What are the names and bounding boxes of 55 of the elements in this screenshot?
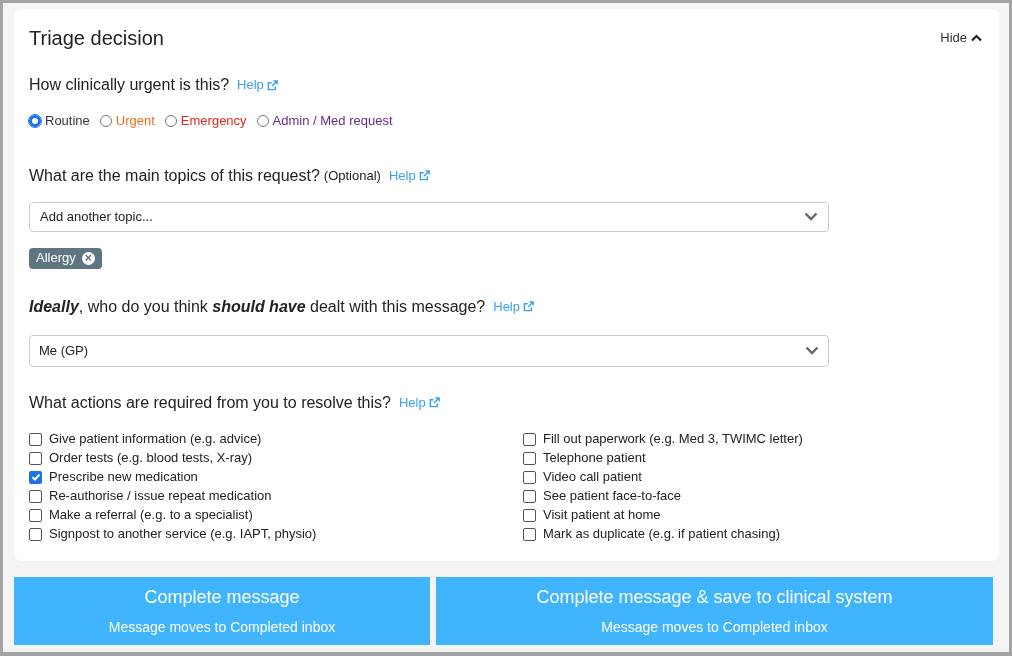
checkbox-label: Give patient information (e.g. advice): [49, 430, 262, 449]
complete-button[interactable]: Complete message & save to clinical system Message moves to Completed inbox: [436, 577, 993, 645]
external-link-icon: [266, 79, 278, 91]
topic-tag: Allergy ×: [29, 247, 102, 269]
checkbox[interactable]: [29, 489, 42, 503]
checkbox[interactable]: [523, 508, 536, 522]
checkbox[interactable]: [29, 508, 42, 522]
radio-label: Emergency: [180, 112, 247, 130]
checkbox-label: Telephone patient: [543, 449, 646, 468]
checkbox[interactable]: [29, 527, 42, 541]
checkbox-label: See patient face-to-face: [543, 487, 682, 506]
optional-label: (Optional): [323, 166, 381, 185]
checkbox[interactable]: [523, 432, 536, 446]
radio-button[interactable]: [29, 114, 41, 127]
checkbox[interactable]: [523, 451, 536, 465]
checkbox-label: Mark as duplicate (e.g. if patient chasing): [543, 525, 780, 544]
checkbox-label: Order tests (e.g. blood tests, X-ray): [49, 449, 253, 468]
help-link[interactable]: Help: [388, 165, 430, 186]
question-label: Ideally, who do you think should have dealt with this message?: [29, 296, 486, 317]
radio-button[interactable]: [164, 114, 177, 127]
remove-tag-button[interactable]: ×: [81, 251, 95, 265]
checkbox[interactable]: [29, 470, 42, 484]
checkbox-label: Make a referral (e.g. to a specialist): [49, 506, 253, 525]
topic-select[interactable]: Add another topic...: [29, 201, 829, 232]
checkbox-label: Signpost to another service (e.g. IAPT, physio): [49, 525, 317, 544]
checkbox[interactable]: [523, 527, 536, 541]
help-link[interactable]: Help: [237, 75, 278, 95]
radio-button[interactable]: [99, 114, 112, 127]
radio-label: Admin / Med request: [272, 112, 393, 130]
radio-label: Routine: [45, 112, 90, 130]
question-label: What are the main topics of this request?: [29, 165, 320, 186]
checkbox[interactable]: [29, 432, 42, 446]
dropdown-caret-icon: [804, 212, 818, 221]
handler-select[interactable]: Me (GP): [29, 334, 829, 367]
complete-button[interactable]: Complete message Message moves to Completed inbox: [14, 577, 430, 645]
question-label: How clinically urgent is this?: [29, 75, 230, 95]
question-label: What actions are required from you to resolve this?: [29, 392, 391, 413]
dropdown-caret-icon: [805, 346, 819, 355]
checkbox-label: Prescribe new medication: [49, 468, 198, 487]
checkbox[interactable]: [523, 489, 536, 503]
checkbox-label: Fill out paperwork (e.g. Med 3, TWIMC letter): [543, 430, 803, 449]
checkbox[interactable]: [523, 470, 536, 484]
panel-title: Triage decision: [29, 26, 164, 51]
checkbox[interactable]: [29, 451, 42, 465]
checkbox-label: Video call patient: [543, 468, 642, 487]
radio-button[interactable]: [256, 114, 269, 127]
help-link[interactable]: Help: [398, 392, 440, 413]
help-link[interactable]: Help: [493, 296, 534, 317]
checkbox-label: Re-authorise / issue repeat medication: [49, 487, 272, 506]
external-link-icon: [428, 397, 440, 408]
checkbox-label: Visit patient at home: [543, 506, 661, 525]
hide-toggle[interactable]: Hide: [940, 28, 982, 48]
external-link-icon: [523, 301, 534, 312]
radio-label: Urgent: [115, 112, 155, 130]
external-link-icon: [418, 170, 430, 181]
